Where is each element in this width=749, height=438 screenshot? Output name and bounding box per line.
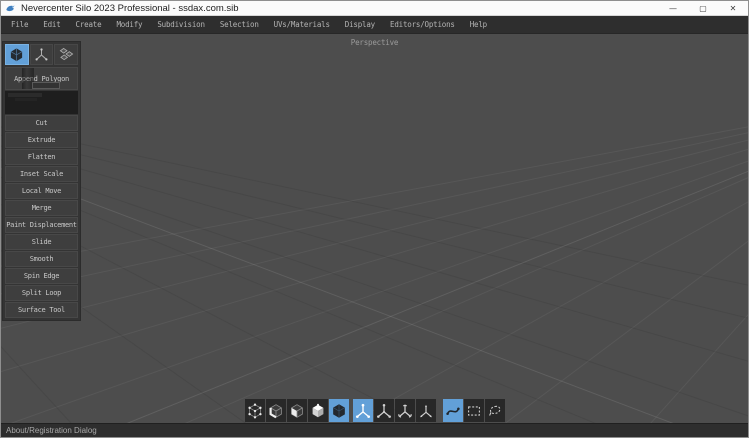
menu-modify[interactable]: Modify bbox=[116, 20, 142, 29]
menu-uvs-materials[interactable]: UVs/Materials bbox=[274, 20, 330, 29]
tool-slide[interactable]: Slide bbox=[5, 234, 78, 250]
tool-label: Paint Displacement bbox=[6, 221, 76, 229]
curve-icon bbox=[444, 402, 462, 420]
status-bar: About/Registration Dialog bbox=[1, 423, 748, 437]
tool-surface-tool[interactable]: Surface Tool bbox=[5, 302, 78, 318]
tool-extrude[interactable]: Extrude bbox=[5, 132, 78, 148]
menu-editors-options[interactable]: Editors/Options bbox=[390, 20, 455, 29]
axis-tripod-icon bbox=[34, 47, 49, 62]
render-artifact bbox=[32, 82, 60, 89]
tripod-squares-icon bbox=[375, 402, 393, 420]
app-logo-icon bbox=[5, 3, 16, 14]
viewport-name-label: Perspective bbox=[1, 38, 748, 47]
vertex-mode-button[interactable] bbox=[245, 399, 265, 422]
marquee-select-button[interactable] bbox=[464, 399, 484, 422]
tool-flatten[interactable]: Flatten bbox=[5, 149, 78, 165]
cube-vertices-icon bbox=[246, 402, 264, 420]
menu-bar: File Edit Create Modify Subdivision Sele… bbox=[1, 16, 748, 34]
unrendered-button-region bbox=[5, 91, 78, 114]
tab-manipulators[interactable] bbox=[30, 44, 54, 65]
hexagon-cube-icon bbox=[330, 402, 348, 420]
lasso-icon bbox=[486, 402, 504, 420]
tab-uv-editor[interactable] bbox=[54, 44, 78, 65]
manipulator-group bbox=[353, 399, 436, 422]
universal-manipulator-button[interactable] bbox=[416, 399, 436, 422]
tool-label: Local Move bbox=[22, 187, 61, 195]
face-mode-button[interactable] bbox=[287, 399, 307, 422]
tool-spin-edge[interactable]: Spin Edge bbox=[5, 268, 78, 284]
tool-append-polygon[interactable]: Append Polygon bbox=[5, 67, 78, 90]
selection-style-group bbox=[443, 399, 505, 422]
tool-label: Extrude bbox=[28, 136, 55, 144]
tab-modeling-tools[interactable] bbox=[5, 44, 29, 65]
tool-cut[interactable]: Cut bbox=[5, 115, 78, 131]
tool-panel: Append Polygon Cut Extrude Flatten Inset… bbox=[2, 41, 81, 321]
tool-label: Inset Scale bbox=[20, 170, 63, 178]
app-window: Nevercenter Silo 2023 Professional - ssd… bbox=[0, 0, 749, 438]
cube-face-icon bbox=[288, 402, 306, 420]
close-button[interactable]: ✕ bbox=[718, 1, 748, 16]
tool-label: Flatten bbox=[28, 153, 55, 161]
scale-manipulator-button[interactable] bbox=[374, 399, 394, 422]
maximize-button[interactable]: ▢ bbox=[688, 1, 718, 16]
tool-label: Spin Edge bbox=[24, 272, 59, 280]
tripod-curved-icon bbox=[396, 402, 414, 420]
tripod-dots-icon bbox=[354, 402, 372, 420]
dashed-rect-icon bbox=[465, 402, 483, 420]
tool-label: Merge bbox=[32, 204, 52, 212]
minimize-button[interactable]: — bbox=[658, 1, 688, 16]
tool-paint-displacement[interactable]: Paint Displacement bbox=[5, 217, 78, 233]
tool-merge[interactable]: Merge bbox=[5, 200, 78, 216]
tripod-small-icon bbox=[417, 402, 435, 420]
cube-solid-icon bbox=[309, 402, 327, 420]
tool-panel-tabs bbox=[5, 44, 78, 65]
tool-inset-scale[interactable]: Inset Scale bbox=[5, 166, 78, 182]
render-artifact bbox=[15, 98, 37, 101]
window-controls: — ▢ ✕ bbox=[658, 1, 748, 16]
menu-subdivision[interactable]: Subdivision bbox=[157, 20, 204, 29]
tool-local-move[interactable]: Local Move bbox=[5, 183, 78, 199]
multi-mode-button[interactable] bbox=[329, 399, 349, 422]
perspective-grid bbox=[1, 34, 748, 423]
diamond-tiles-icon bbox=[59, 47, 74, 62]
render-artifact bbox=[8, 93, 42, 97]
menu-edit[interactable]: Edit bbox=[43, 20, 60, 29]
menu-help[interactable]: Help bbox=[470, 20, 487, 29]
rotate-manipulator-button[interactable] bbox=[395, 399, 415, 422]
tool-label: Append Polygon bbox=[14, 75, 69, 83]
object-mode-button[interactable] bbox=[308, 399, 328, 422]
title-bar: Nevercenter Silo 2023 Professional - ssd… bbox=[1, 1, 748, 16]
tweak-select-button[interactable] bbox=[443, 399, 463, 422]
tool-smooth[interactable]: Smooth bbox=[5, 251, 78, 267]
edge-mode-button[interactable] bbox=[266, 399, 286, 422]
menu-create[interactable]: Create bbox=[76, 20, 102, 29]
tool-label: Split Loop bbox=[22, 289, 61, 297]
window-title: Nevercenter Silo 2023 Professional - ssd… bbox=[21, 1, 239, 16]
move-manipulator-button[interactable] bbox=[353, 399, 373, 422]
bottom-toolbar bbox=[245, 399, 505, 422]
tool-label: Smooth bbox=[30, 255, 54, 263]
cube-edge-icon bbox=[267, 402, 285, 420]
menu-display[interactable]: Display bbox=[345, 20, 375, 29]
lasso-select-button[interactable] bbox=[485, 399, 505, 422]
tool-label: Surface Tool bbox=[18, 306, 65, 314]
menu-selection[interactable]: Selection bbox=[220, 20, 259, 29]
selection-mode-group bbox=[245, 399, 349, 422]
menu-file[interactable]: File bbox=[11, 20, 28, 29]
tool-label: Slide bbox=[32, 238, 52, 246]
tool-split-loop[interactable]: Split Loop bbox=[5, 285, 78, 301]
viewport-3d[interactable]: Perspective bbox=[1, 34, 748, 423]
tool-label: Cut bbox=[36, 119, 48, 127]
cube-icon bbox=[9, 47, 24, 62]
status-message: About/Registration Dialog bbox=[6, 426, 97, 435]
